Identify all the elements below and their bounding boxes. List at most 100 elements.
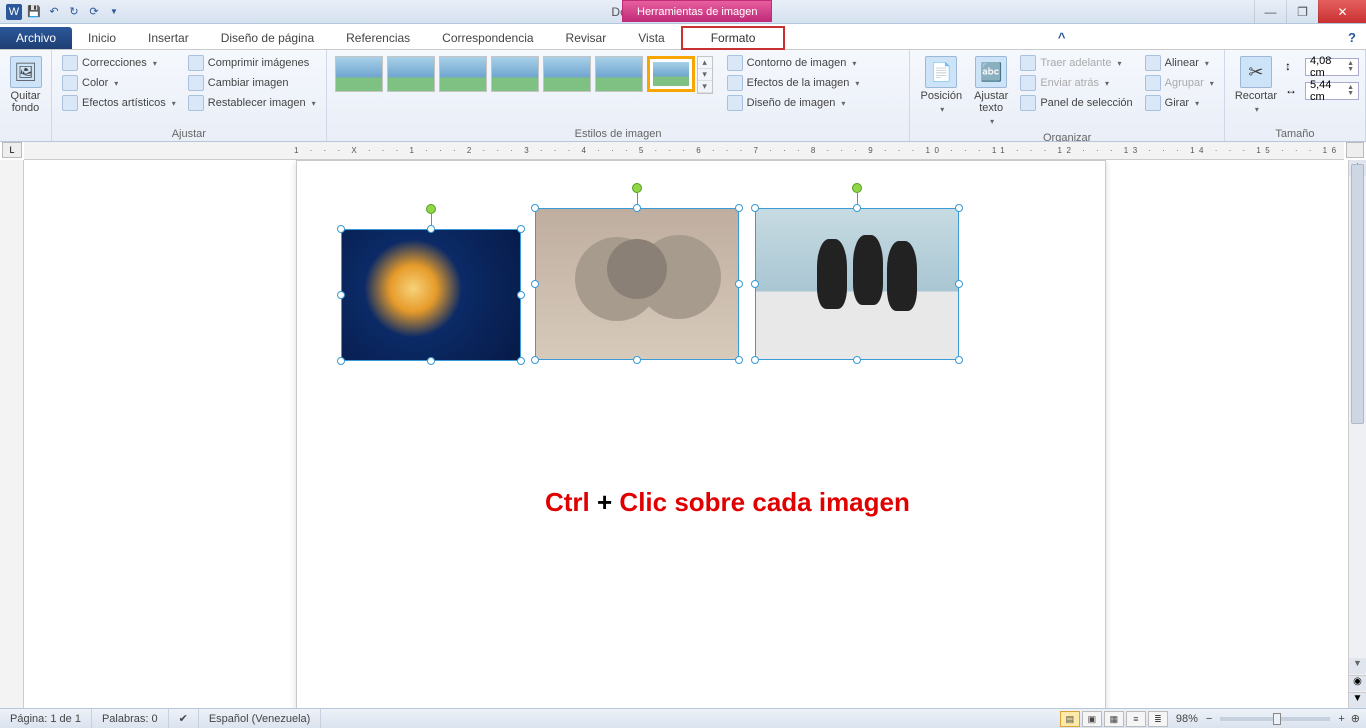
styles-gallery-more[interactable]: ▴▾▾ — [697, 56, 713, 94]
position-button[interactable]: 📄Posición▾ — [916, 54, 966, 118]
rotate-handle-icon[interactable] — [852, 183, 862, 193]
compress-pictures-button[interactable]: Comprimir imágenes — [184, 54, 320, 72]
status-page[interactable]: Página: 1 de 1 — [0, 709, 92, 728]
resize-handle[interactable] — [751, 356, 759, 364]
picture-effects-button[interactable]: Efectos de la imagen▾ — [723, 74, 864, 92]
save-icon[interactable]: 💾 — [26, 4, 42, 20]
resize-handle[interactable] — [853, 204, 861, 212]
picture-layout-button[interactable]: Diseño de imagen▾ — [723, 94, 864, 112]
undo-icon[interactable]: ↶ — [46, 4, 62, 20]
view-print-layout-button[interactable]: ▤ — [1060, 711, 1080, 727]
document-canvas[interactable]: Ctrl + Clic sobre cada imagen — [24, 160, 1348, 708]
height-input[interactable]: 4,08 cm▲▼ — [1305, 58, 1359, 76]
corrections-button[interactable]: Correcciones▾ — [58, 54, 180, 72]
zoom-out-button[interactable]: − — [1206, 713, 1212, 725]
minimize-ribbon-icon[interactable]: ^ — [1048, 26, 1076, 49]
style-thumb-2[interactable] — [387, 56, 435, 92]
resize-handle[interactable] — [633, 204, 641, 212]
resize-handle[interactable] — [751, 204, 759, 212]
resize-handle[interactable] — [955, 204, 963, 212]
status-words[interactable]: Palabras: 0 — [92, 709, 169, 728]
rotate-button[interactable]: Girar▾ — [1141, 94, 1218, 112]
help-icon[interactable]: ? — [1338, 26, 1366, 49]
restore-button[interactable]: ❐ — [1286, 0, 1318, 23]
view-outline-button[interactable]: ≡ — [1126, 711, 1146, 727]
resize-handle[interactable] — [853, 356, 861, 364]
rotate-handle-icon[interactable] — [632, 183, 642, 193]
qat-dropdown-icon[interactable]: ▼ — [106, 4, 122, 20]
previous-page-button[interactable]: ◉ — [1349, 675, 1366, 691]
resize-handle[interactable] — [751, 280, 759, 288]
resize-handle[interactable] — [427, 225, 435, 233]
resize-handle[interactable] — [517, 291, 525, 299]
tab-formato[interactable]: Formato — [681, 26, 786, 50]
tab-vista[interactable]: Vista — [622, 26, 680, 49]
style-thumb-6[interactable] — [595, 56, 643, 92]
resize-handle[interactable] — [531, 280, 539, 288]
rotate-handle-icon[interactable] — [426, 204, 436, 214]
resize-handle[interactable] — [955, 356, 963, 364]
send-backward-button[interactable]: Enviar atrás▾ — [1016, 74, 1136, 92]
change-picture-button[interactable]: Cambiar imagen — [184, 74, 320, 92]
tab-diseno-pagina[interactable]: Diseño de página — [205, 26, 330, 49]
vertical-ruler[interactable] — [0, 160, 24, 708]
picture-border-button[interactable]: Contorno de imagen▾ — [723, 54, 864, 72]
bring-forward-button[interactable]: Traer adelante▾ — [1016, 54, 1136, 72]
remove-background-button[interactable]: 🖼 Quitar fondo — [6, 54, 46, 116]
selected-image-1[interactable] — [341, 229, 521, 361]
resize-handle[interactable] — [337, 225, 345, 233]
tab-referencias[interactable]: Referencias — [330, 26, 426, 49]
style-thumb-5[interactable] — [543, 56, 591, 92]
width-input[interactable]: 5,44 cm▲▼ — [1305, 82, 1359, 100]
resize-handle[interactable] — [735, 280, 743, 288]
resize-handle[interactable] — [517, 357, 525, 365]
crop-button[interactable]: ✂Recortar▾ — [1231, 54, 1281, 118]
picture-styles-gallery[interactable]: ▴▾▾ — [333, 54, 713, 96]
group-button[interactable]: Agrupar▾ — [1141, 74, 1218, 92]
minimize-button[interactable]: — — [1254, 0, 1286, 23]
align-button[interactable]: Alinear▾ — [1141, 54, 1218, 72]
resize-handle[interactable] — [337, 357, 345, 365]
tab-insertar[interactable]: Insertar — [132, 26, 205, 49]
resize-handle[interactable] — [633, 356, 641, 364]
style-thumb-4[interactable] — [491, 56, 539, 92]
repeat-icon[interactable]: ⟳ — [86, 4, 102, 20]
tab-correspondencia[interactable]: Correspondencia — [426, 26, 549, 49]
tab-selector[interactable]: L — [2, 142, 22, 158]
resize-handle[interactable] — [955, 280, 963, 288]
color-button[interactable]: Color▾ — [58, 74, 180, 92]
view-draft-button[interactable]: ≣ — [1148, 711, 1168, 727]
wrap-text-button[interactable]: 🔤Ajustar texto▾ — [970, 54, 1012, 130]
resize-handle[interactable] — [531, 356, 539, 364]
redo-icon[interactable]: ↻ — [66, 4, 82, 20]
selection-pane-button[interactable]: Panel de selección — [1016, 94, 1136, 112]
style-thumb-1[interactable] — [335, 56, 383, 92]
selected-image-2[interactable] — [535, 208, 739, 360]
close-button[interactable]: ✕ — [1318, 0, 1366, 23]
style-thumb-7[interactable] — [647, 56, 695, 92]
tab-inicio[interactable]: Inicio — [72, 26, 132, 49]
view-web-layout-button[interactable]: ▦ — [1104, 711, 1124, 727]
zoom-fit-button[interactable]: ⊕ — [1351, 712, 1360, 725]
tab-revisar[interactable]: Revisar — [550, 26, 623, 49]
resize-handle[interactable] — [735, 356, 743, 364]
reset-picture-button[interactable]: Restablecer imagen▾ — [184, 94, 320, 112]
artistic-effects-button[interactable]: Efectos artísticos▾ — [58, 94, 180, 112]
resize-handle[interactable] — [531, 204, 539, 212]
status-language[interactable]: Español (Venezuela) — [199, 709, 322, 728]
zoom-in-button[interactable]: + — [1338, 713, 1344, 725]
scroll-down-icon[interactable]: ▼ — [1349, 658, 1366, 674]
zoom-level[interactable]: 98% — [1176, 713, 1198, 725]
zoom-slider[interactable] — [1220, 717, 1330, 721]
resize-handle[interactable] — [517, 225, 525, 233]
scrollbar-thumb[interactable] — [1351, 164, 1364, 424]
style-thumb-3[interactable] — [439, 56, 487, 92]
resize-handle[interactable] — [427, 357, 435, 365]
horizontal-ruler[interactable]: 1 · · · X · · · 1 · · · 2 · · · 3 · · · … — [24, 142, 1344, 160]
file-tab[interactable]: Archivo — [0, 27, 72, 49]
resize-handle[interactable] — [735, 204, 743, 212]
next-page-button[interactable]: ▼ — [1349, 692, 1366, 708]
view-ruler-toggle[interactable] — [1346, 142, 1364, 158]
resize-handle[interactable] — [337, 291, 345, 299]
vertical-scrollbar[interactable]: ▲ ▼ ◉ ▼ — [1348, 160, 1366, 708]
